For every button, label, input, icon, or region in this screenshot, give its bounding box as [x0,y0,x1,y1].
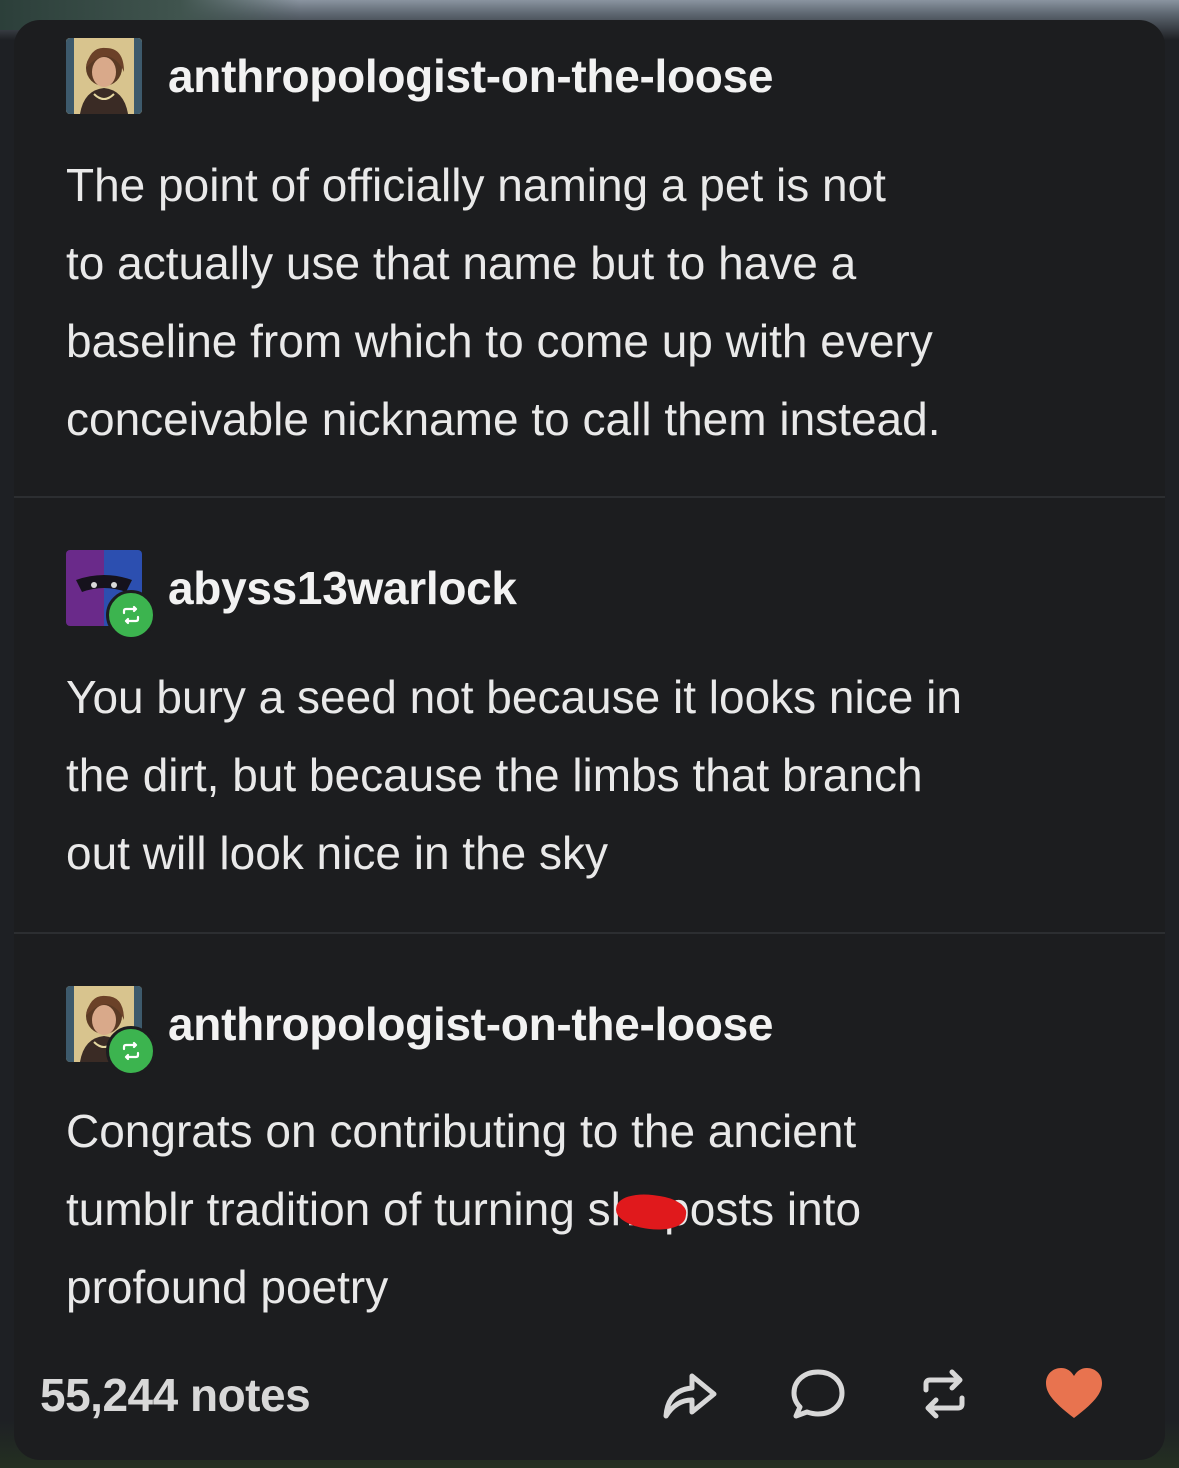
share-button[interactable] [658,1362,722,1426]
post-footer: 55,244 notes [14,1350,1165,1440]
post-body-text: The point of officially naming a pet is … [66,159,941,445]
username-link[interactable]: abyss13warlock [168,561,517,615]
avatar[interactable] [66,550,156,640]
heart-shape [1046,1368,1102,1418]
post-header: anthropologist-on-the-loose [66,36,773,116]
avatar[interactable] [66,38,142,114]
post-header: abyss13warlock [66,548,517,640]
username-link[interactable]: anthropologist-on-the-loose [168,49,773,103]
notes-count[interactable]: 55,244 notes [40,1368,311,1422]
like-button[interactable] [1042,1362,1106,1426]
reblog-badge-icon [106,1026,156,1076]
post-divider [14,496,1165,498]
username-link[interactable]: anthropologist-on-the-loose [168,997,773,1051]
reblog-badge-icon [106,590,156,640]
post-body-text: Congrats on contributing to the ancient … [66,1092,1126,1326]
post-divider [14,932,1165,934]
portrait-avatar-icon [66,38,142,114]
post-header: anthropologist-on-the-loose [66,984,773,1076]
reblog-button[interactable] [912,1362,976,1426]
avatar[interactable] [66,986,156,1076]
heart-icon [1046,1368,1102,1418]
share-arrow-icon [663,1373,717,1419]
speech-bubble-icon [791,1369,845,1419]
post-body-text: You bury a seed not because it looks nic… [66,671,962,879]
reply-button[interactable] [786,1362,850,1426]
reblog-icon [923,1369,965,1419]
post-card: anthropologist-on-the-loose The point of… [14,20,1165,1460]
